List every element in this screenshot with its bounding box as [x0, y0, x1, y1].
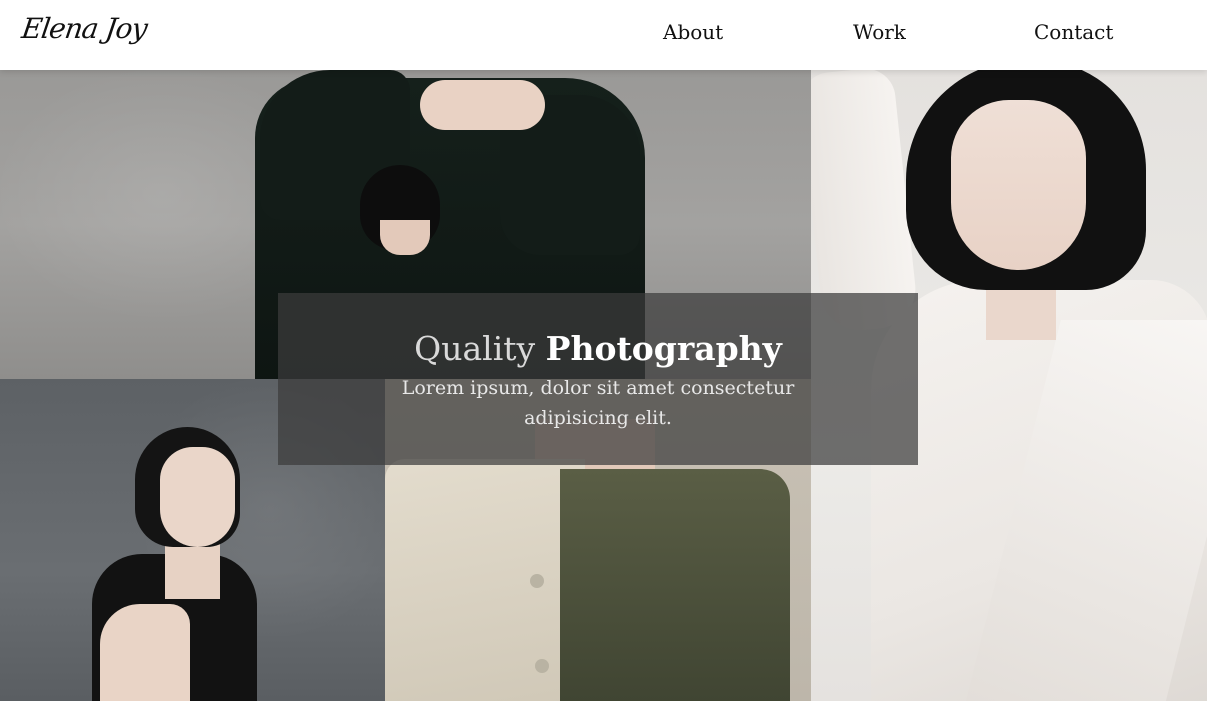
face-shape	[951, 100, 1086, 270]
hands-shape	[420, 80, 545, 130]
hero-title-bold: Photography	[545, 329, 782, 368]
face-shape	[160, 447, 235, 547]
nav-link-contact[interactable]: Contact	[1034, 20, 1113, 44]
coat-button	[535, 659, 549, 673]
nav-link-about[interactable]: About	[663, 20, 723, 44]
hero-title-light: Quality	[414, 329, 536, 368]
neck-shape	[380, 220, 430, 255]
arm-shape	[100, 604, 190, 701]
site-logo[interactable]: Elena Joy	[20, 12, 149, 45]
site-header: Elena Joy About Work Contact	[0, 0, 1207, 70]
olive-coat-panel	[560, 469, 790, 701]
nav-link-work[interactable]: Work	[853, 20, 906, 44]
hero-title: Quality Photography	[278, 329, 918, 369]
hero-caption-box: Quality Photography Lorem ipsum, dolor s…	[278, 293, 918, 465]
hero-subtitle: Lorem ipsum, dolor sit amet consectetur …	[401, 377, 795, 429]
coat-button	[530, 574, 544, 588]
cream-coat-panel	[385, 459, 585, 701]
